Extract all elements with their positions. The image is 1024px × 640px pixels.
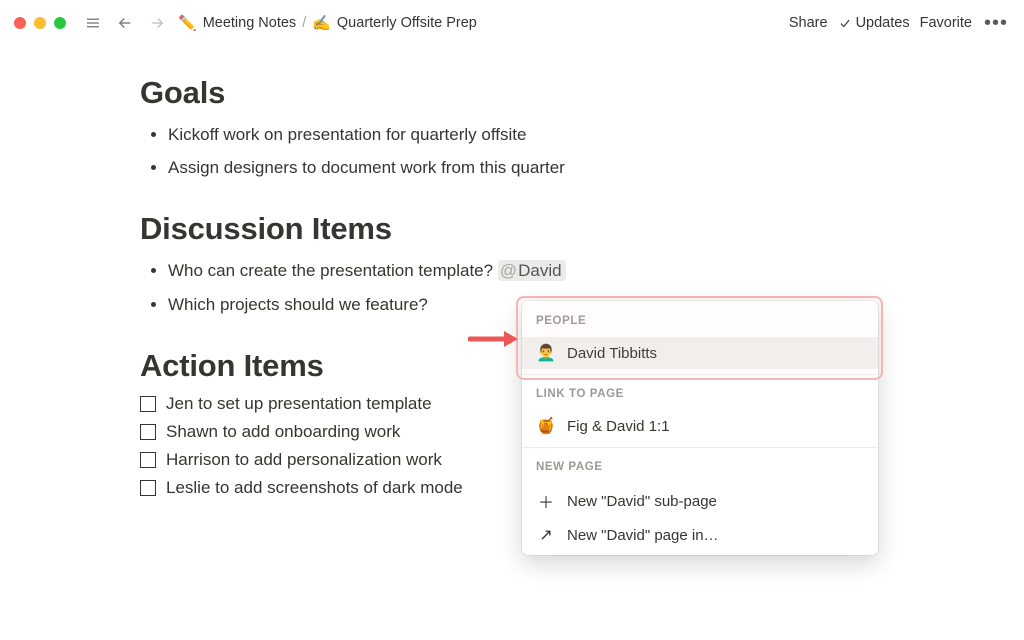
popover-divider	[522, 374, 878, 375]
todo-label: Shawn to add onboarding work	[166, 422, 400, 442]
list-item[interactable]: Who can create the presentation template…	[168, 257, 770, 284]
hamburger-menu-icon[interactable]	[82, 12, 104, 34]
arrow-out-icon: ↗	[536, 525, 556, 545]
todo-label: Jen to set up presentation template	[166, 394, 432, 414]
popover-people-section: PEOPLE	[522, 307, 878, 337]
favorite-button[interactable]: Favorite	[920, 15, 972, 31]
todo-label: Leslie to add screenshots of dark mode	[166, 478, 463, 498]
updates-label: Updates	[856, 15, 910, 31]
breadcrumb: ✏️ Meeting Notes / ✍️ Quarterly Offsite …	[178, 14, 477, 32]
zoom-window-button[interactable]	[54, 17, 66, 29]
checkbox-icon[interactable]	[140, 396, 156, 412]
breadcrumb-separator: /	[302, 15, 306, 31]
breadcrumb-parent-icon: ✏️	[178, 14, 197, 32]
topbar: ✏️ Meeting Notes / ✍️ Quarterly Offsite …	[0, 0, 1024, 45]
popover-link-item[interactable]: 🍯 Fig & David 1:1	[522, 410, 878, 442]
window-traffic-lights	[14, 17, 66, 29]
checkbox-icon[interactable]	[140, 480, 156, 496]
popover-newpage-section: NEW PAGE	[522, 453, 878, 483]
plus-icon: ＋	[536, 489, 556, 513]
at-symbol: @	[500, 261, 517, 280]
popover-new-page-in-item[interactable]: ↗ New "David" page in…	[522, 519, 878, 551]
mention-popover: PEOPLE 👨‍🦱 David Tibbitts LINK TO PAGE 🍯…	[522, 301, 878, 555]
goals-heading: Goals	[140, 75, 770, 111]
popover-people-label: PEOPLE	[536, 315, 864, 327]
popover-link-label: LINK TO PAGE	[536, 388, 864, 400]
popover-link-section: LINK TO PAGE	[522, 380, 878, 410]
close-window-button[interactable]	[14, 17, 26, 29]
breadcrumb-child-icon: ✍️	[312, 14, 331, 32]
forward-button[interactable]	[146, 12, 168, 34]
avatar-icon: 👨‍🦱	[536, 343, 556, 363]
discussion-heading: Discussion Items	[140, 211, 770, 247]
breadcrumb-child[interactable]: Quarterly Offsite Prep	[337, 15, 477, 31]
more-menu-icon[interactable]: •••	[982, 13, 1010, 33]
popover-divider	[522, 447, 878, 448]
popover-person-name: David Tibbitts	[567, 345, 657, 362]
checkbox-icon[interactable]	[140, 452, 156, 468]
popover-new-page-in-label: New "David" page in…	[567, 527, 719, 544]
mention-token[interactable]: @David	[498, 260, 566, 281]
discussion-item-text: Who can create the presentation template…	[168, 261, 493, 280]
popover-person-item[interactable]: 👨‍🦱 David Tibbitts	[522, 337, 878, 369]
back-button[interactable]	[114, 12, 136, 34]
popover-new-subpage-label: New "David" sub-page	[567, 493, 717, 510]
list-item[interactable]: Kickoff work on presentation for quarter…	[168, 121, 770, 148]
updates-button[interactable]: Updates	[838, 15, 910, 31]
popover-new-subpage-item[interactable]: ＋ New "David" sub-page	[522, 483, 878, 519]
topbar-left: ✏️ Meeting Notes / ✍️ Quarterly Offsite …	[14, 12, 477, 34]
mention-text: David	[518, 261, 561, 280]
list-item[interactable]: Assign designers to document work from t…	[168, 154, 770, 181]
popover-link-title: Fig & David 1:1	[567, 418, 670, 435]
share-button[interactable]: Share	[789, 15, 828, 31]
breadcrumb-parent[interactable]: Meeting Notes	[203, 15, 297, 31]
goals-list: Kickoff work on presentation for quarter…	[140, 121, 770, 181]
page-icon: 🍯	[536, 416, 556, 436]
popover-newpage-label: NEW PAGE	[536, 461, 864, 473]
minimize-window-button[interactable]	[34, 17, 46, 29]
topbar-right: Share Updates Favorite •••	[789, 13, 1010, 33]
todo-label: Harrison to add personalization work	[166, 450, 442, 470]
checkbox-icon[interactable]	[140, 424, 156, 440]
